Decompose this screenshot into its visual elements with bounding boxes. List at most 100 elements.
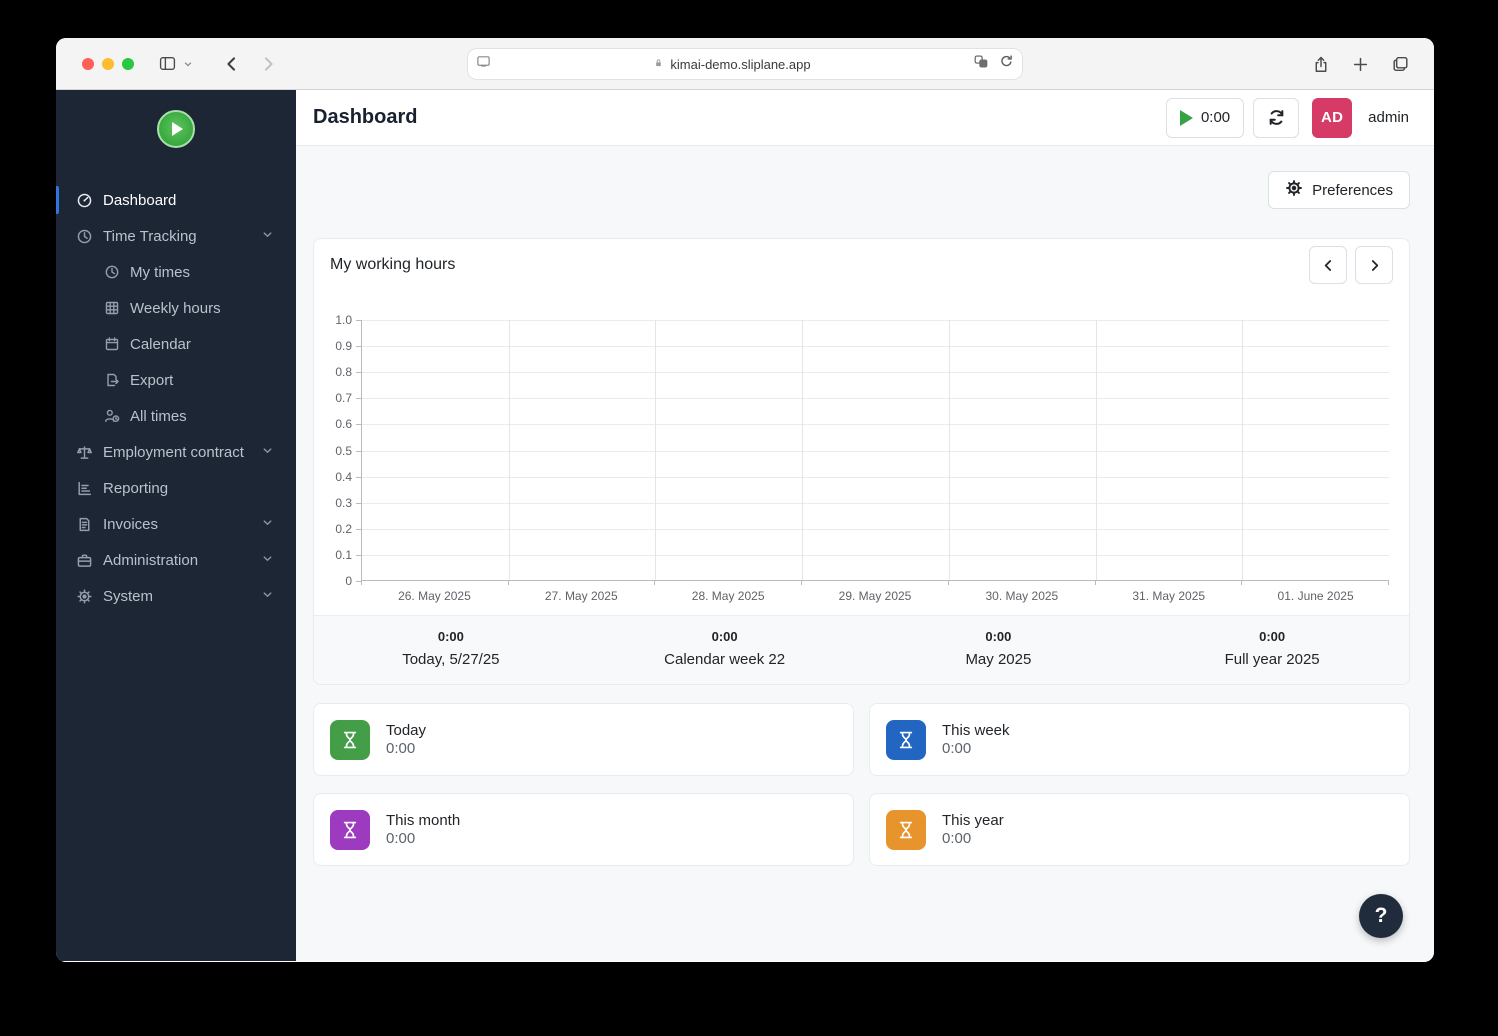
zoom-window-button[interactable] <box>122 58 134 70</box>
stat-card-today: Today0:00 <box>313 703 854 776</box>
stat-card-value: 0:00 <box>942 740 1010 757</box>
working-hours-chart: 1.00.90.80.70.60.50.40.30.20.10 26. May … <box>314 291 1409 615</box>
y-tick-mark <box>356 372 361 373</box>
chevron-down-icon <box>261 516 274 533</box>
report-icon <box>76 480 93 497</box>
play-icon <box>172 122 183 136</box>
sidebar-item-administration[interactable]: Administration <box>56 542 296 578</box>
summary-item-today-5-27-25: 0:00Today, 5/27/25 <box>314 629 588 668</box>
sidebar-item-system[interactable]: System <box>56 578 296 614</box>
x-tick-label: 27. May 2025 <box>508 589 655 603</box>
page-title: Dashboard <box>313 106 417 129</box>
refresh-button[interactable] <box>1253 98 1299 138</box>
translate-icon[interactable] <box>973 54 989 74</box>
x-tick-mark <box>801 580 802 585</box>
user-clock-icon <box>104 408 120 424</box>
sidebar-item-dashboard[interactable]: Dashboard <box>56 182 296 218</box>
gridline <box>362 503 1389 504</box>
stat-cards-grid: Today0:00This week0:00This month0:00This… <box>313 703 1410 866</box>
gridline <box>362 320 1389 321</box>
summary-value: 0:00 <box>985 629 1011 644</box>
gridline <box>362 372 1389 373</box>
stat-card-value: 0:00 <box>386 740 426 757</box>
sidebar-item-time-tracking[interactable]: Time Tracking <box>56 218 296 254</box>
gridline <box>1242 320 1243 580</box>
summary-label: May 2025 <box>965 651 1031 668</box>
x-tick-mark <box>508 580 509 585</box>
hourglass-icon <box>330 810 370 850</box>
dashboard-page: Preferences My working hours <box>296 146 1434 961</box>
gridline <box>1096 320 1097 580</box>
browser-chrome: kimai-demo.sliplane.app <box>56 38 1434 90</box>
next-period-button[interactable] <box>1355 246 1393 284</box>
sidebar-item-label: Invoices <box>103 516 158 533</box>
stat-card-title: This week <box>942 722 1010 739</box>
play-icon <box>1180 110 1193 126</box>
stat-card-title: Today <box>386 722 426 739</box>
summary-value: 0:00 <box>1259 629 1285 644</box>
url-bar[interactable]: kimai-demo.sliplane.app <box>468 49 1022 79</box>
new-tab-icon[interactable] <box>1352 56 1369 73</box>
reload-icon[interactable] <box>999 54 1014 74</box>
sidebar-item-weekly-hours[interactable]: Weekly hours <box>56 290 296 326</box>
summary-item-may-2025: 0:00 May 2025 <box>862 629 1136 668</box>
sidebar-item-label: Time Tracking <box>103 228 197 245</box>
x-tick-mark <box>1388 580 1389 585</box>
url-text: kimai-demo.sliplane.app <box>491 57 973 72</box>
browser-window: kimai-demo.sliplane.app <box>56 38 1434 962</box>
sidebar-item-label: Export <box>130 372 173 389</box>
browser-back-button[interactable] <box>223 55 241 73</box>
main-content: Dashboard 0:00 AD admin <box>296 90 1434 961</box>
sidebar-item-all-times[interactable]: All times <box>56 398 296 434</box>
sidebar-nav: Dashboard Time Tracking My timesWeekly hou… <box>56 182 296 614</box>
preferences-button[interactable]: Preferences <box>1268 171 1410 209</box>
sidebar-item-calendar[interactable]: Calendar <box>56 326 296 362</box>
sidebar-item-reporting[interactable]: Reporting <box>56 470 296 506</box>
y-tick-label: 0.4 <box>335 470 352 484</box>
tab-overview-icon[interactable] <box>1391 55 1410 73</box>
stat-card-title: This year <box>942 812 1004 829</box>
summary-value: 0:00 <box>438 629 464 644</box>
gridline <box>949 320 950 580</box>
sidebar-item-export[interactable]: Export <box>56 362 296 398</box>
x-tick-label: 30. May 2025 <box>948 589 1095 603</box>
stat-card-title: This month <box>386 812 460 829</box>
gear-icon <box>1285 179 1303 201</box>
chevron-down-icon[interactable] <box>183 59 193 69</box>
previous-period-button[interactable] <box>1309 246 1347 284</box>
y-tick-mark <box>356 555 361 556</box>
share-icon[interactable] <box>1312 55 1330 74</box>
sidebar-item-invoices[interactable]: Invoices <box>56 506 296 542</box>
chevron-down-icon <box>261 228 274 245</box>
x-tick-label: 29. May 2025 <box>802 589 949 603</box>
stat-card-this-year: This year0:00 <box>869 793 1410 866</box>
chart-plot-area <box>361 320 1389 581</box>
y-tick-label: 0.6 <box>335 417 352 431</box>
x-tick-label: 26. May 2025 <box>361 589 508 603</box>
y-tick-label: 0.7 <box>335 391 352 405</box>
x-tick-label: 31. May 2025 <box>1095 589 1242 603</box>
sidebar-item-label: Employment contract <box>103 444 244 461</box>
stat-card-value: 0:00 <box>942 830 1004 847</box>
help-button[interactable]: ? <box>1359 894 1403 938</box>
page-settings-icon[interactable] <box>476 54 491 74</box>
sidebar-toggle-icon[interactable] <box>158 55 177 72</box>
chevron-left-icon <box>1321 258 1336 273</box>
close-window-button[interactable] <box>82 58 94 70</box>
sidebar-item-label: Calendar <box>130 336 191 353</box>
user-avatar[interactable]: AD <box>1312 98 1352 138</box>
hourglass-icon <box>330 720 370 760</box>
chevron-right-icon <box>1367 258 1382 273</box>
browser-forward-button[interactable] <box>259 55 277 73</box>
start-timer-button[interactable]: 0:00 <box>1166 98 1244 138</box>
chevron-down-icon <box>261 444 274 461</box>
sidebar-item-employment-contract[interactable]: Employment contract <box>56 434 296 470</box>
app-header: Dashboard 0:00 AD admin <box>296 90 1434 146</box>
minimize-window-button[interactable] <box>102 58 114 70</box>
gauge-icon <box>76 192 93 209</box>
kimai-logo[interactable] <box>157 110 195 148</box>
sidebar-item-my-times[interactable]: My times <box>56 254 296 290</box>
x-tick-mark <box>1241 580 1242 585</box>
y-tick-mark <box>356 398 361 399</box>
username[interactable]: admin <box>1368 109 1409 126</box>
